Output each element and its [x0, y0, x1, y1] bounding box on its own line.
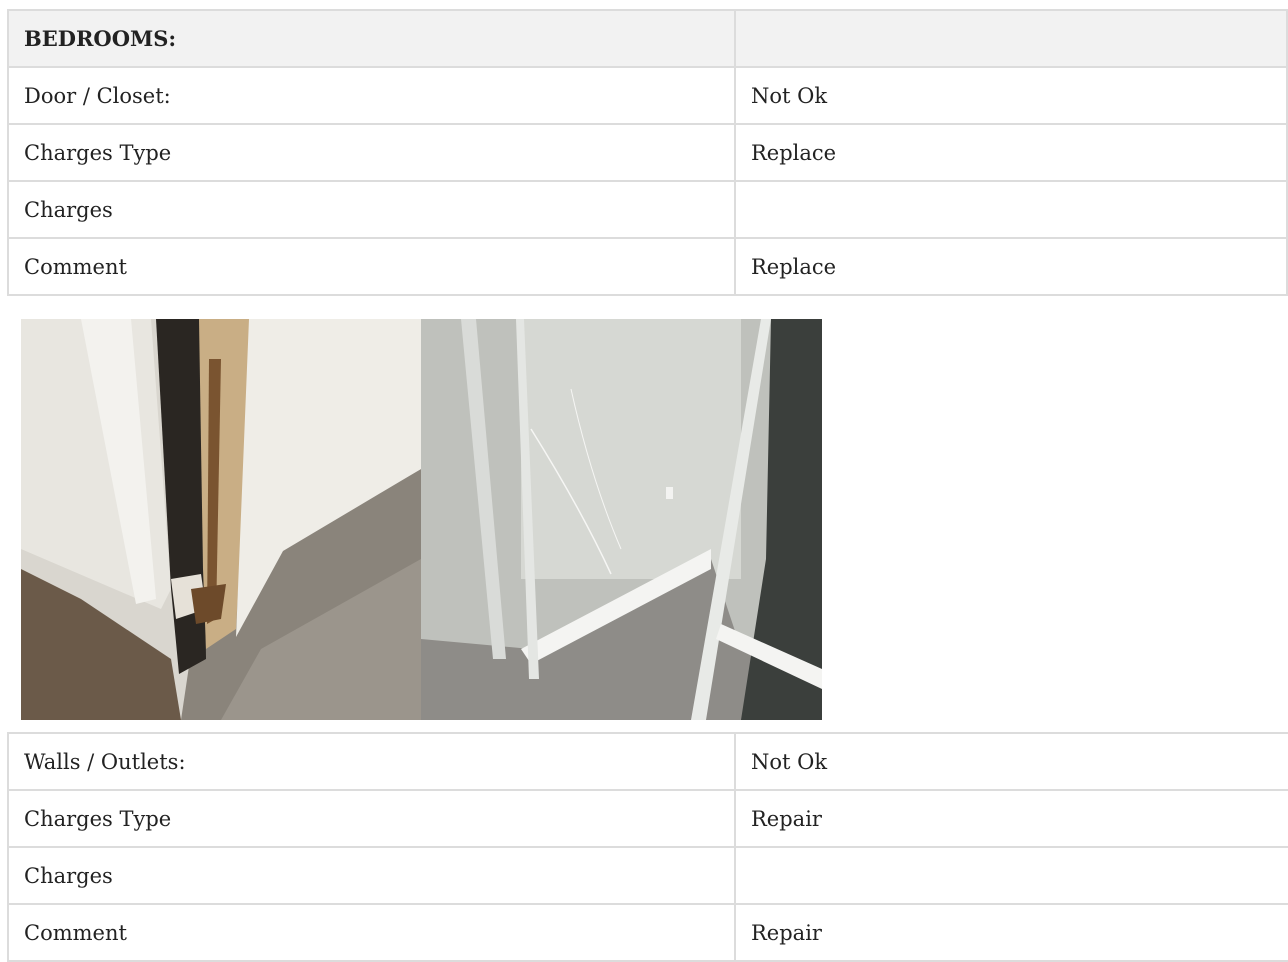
table-row: Charges	[7, 180, 1288, 239]
row-label: Walls / Outlets:	[7, 732, 735, 791]
cracked-mirror-closet-door-photo[interactable]	[421, 319, 822, 720]
table-row: Comment Replace	[7, 237, 1288, 296]
row-label: Charges	[7, 846, 735, 905]
table-row: Walls / Outlets: Not Ok	[7, 732, 1288, 791]
bedrooms-walls-outlets-table: Walls / Outlets: Not Ok Charges Type Rep…	[7, 732, 1288, 962]
section-title-value	[734, 9, 1288, 68]
table-row: Door / Closet: Not Ok	[7, 66, 1288, 125]
row-label: Door / Closet:	[7, 66, 736, 125]
damaged-door-frame-photo[interactable]	[21, 319, 421, 720]
section-title: BEDROOMS:	[7, 9, 736, 68]
table-row: Charges	[7, 846, 1288, 905]
row-value: Replace	[734, 123, 1288, 182]
row-value	[734, 180, 1288, 239]
row-value: Repair	[734, 903, 1288, 962]
row-value: Repair	[734, 789, 1288, 848]
row-label: Comment	[7, 903, 735, 962]
table-row: Charges Type Replace	[7, 123, 1288, 182]
photo-strip	[21, 319, 822, 720]
row-label: Charges Type	[7, 123, 736, 182]
table-row: Comment Repair	[7, 903, 1288, 962]
bedrooms-door-closet-table: BEDROOMS: Door / Closet: Not Ok Charges …	[7, 9, 1288, 296]
row-value	[734, 846, 1288, 905]
section-header-row: BEDROOMS:	[7, 9, 1288, 68]
row-label: Comment	[7, 237, 736, 296]
row-label: Charges Type	[7, 789, 735, 848]
row-value: Not Ok	[734, 732, 1288, 791]
table-row: Charges Type Repair	[7, 789, 1288, 848]
row-value: Not Ok	[734, 66, 1288, 125]
row-value: Replace	[734, 237, 1288, 296]
row-label: Charges	[7, 180, 736, 239]
